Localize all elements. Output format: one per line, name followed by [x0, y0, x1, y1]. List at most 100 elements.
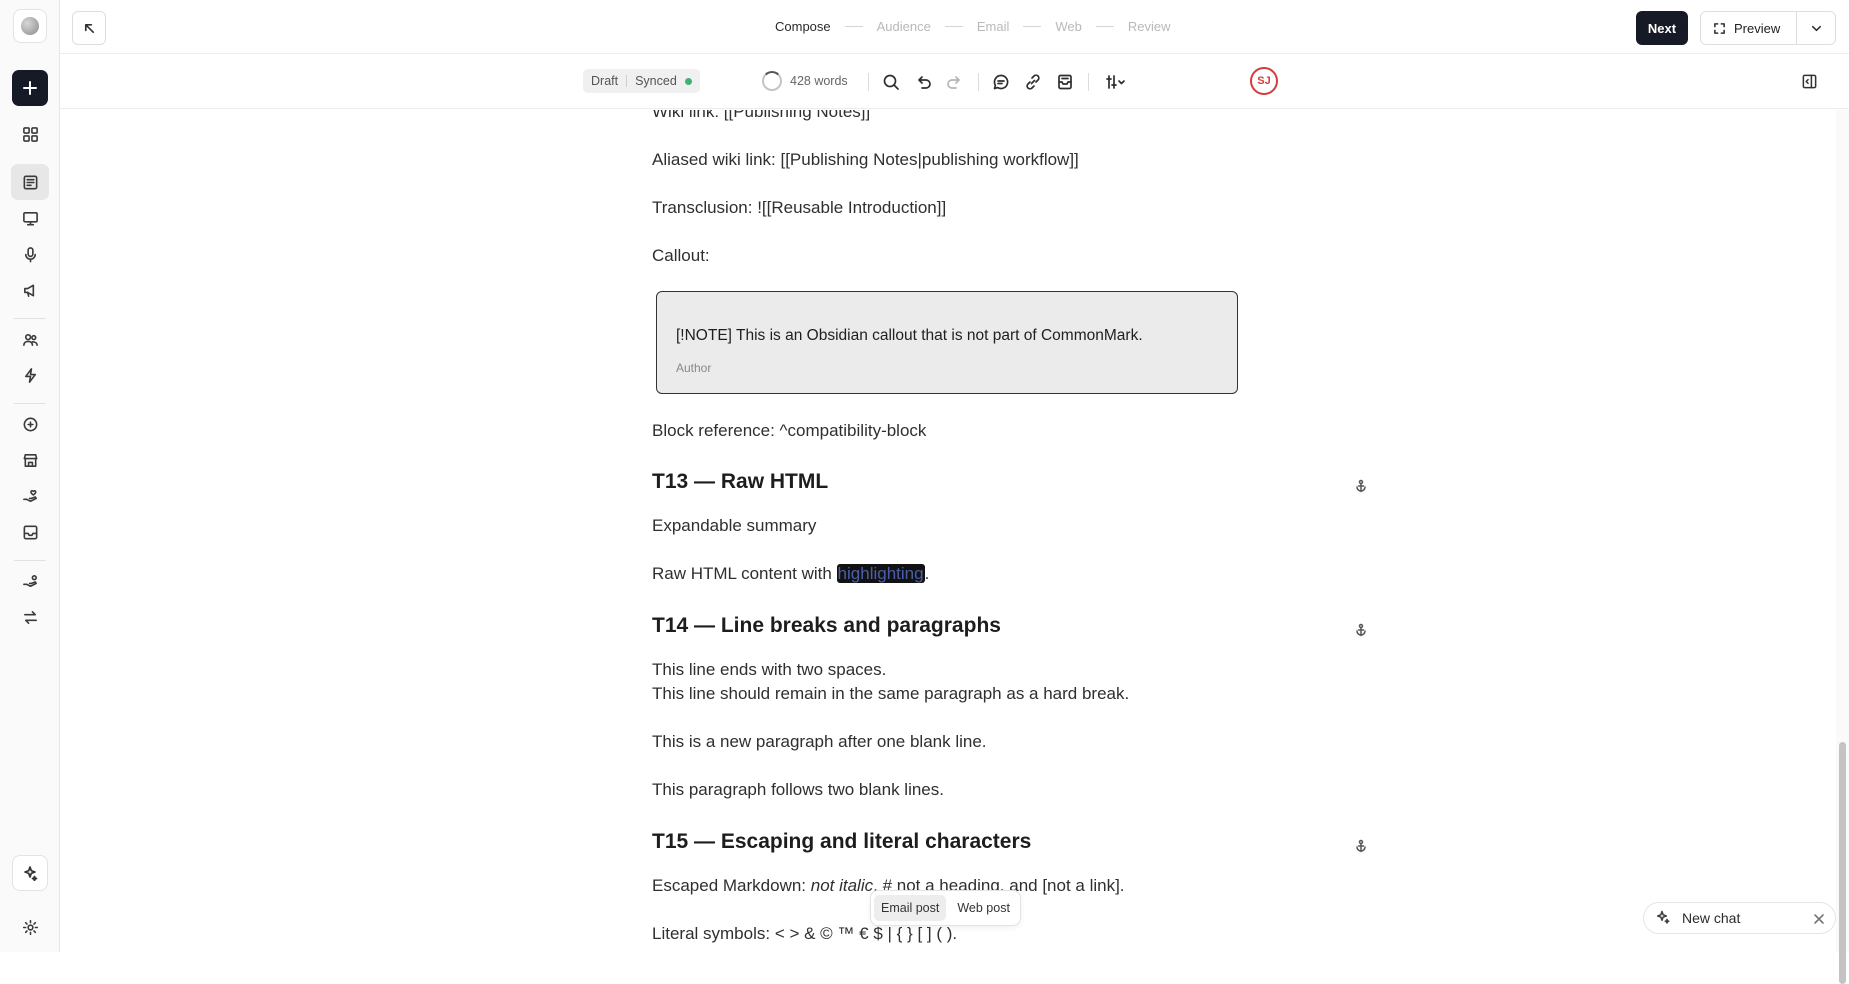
avatar[interactable]: SJ: [1250, 67, 1278, 95]
rail-podcast[interactable]: [11, 236, 49, 272]
archive-button[interactable]: [1052, 69, 1078, 95]
tab-web-post[interactable]: Web post: [950, 895, 1017, 921]
sidebar-panel-icon: [1802, 74, 1816, 88]
plus-icon: [23, 81, 37, 95]
paragraph-aliased-wiki-link[interactable]: Aliased wiki link: [[Publishing Notes|pu…: [652, 148, 1079, 172]
sliders-icon: [1106, 75, 1125, 89]
step-audience[interactable]: Audience: [877, 19, 931, 34]
tab-email-post[interactable]: Email post: [874, 895, 947, 921]
comments-button[interactable]: [988, 69, 1014, 95]
new-post-button[interactable]: [12, 70, 48, 106]
users-icon: [22, 333, 38, 346]
rail-referrals[interactable]: [11, 563, 49, 599]
rail-divider: [14, 318, 46, 319]
rail-website[interactable]: [11, 200, 49, 236]
heading-t14[interactable]: T14 — Line breaks and paragraphs: [652, 614, 1001, 638]
rail-divider: [14, 403, 46, 404]
new-chat-button[interactable]: New chat: [1643, 902, 1836, 934]
rail-settings[interactable]: [11, 909, 49, 945]
rail-inbox[interactable]: [11, 514, 49, 550]
arrows-exchange-icon: [23, 610, 37, 624]
search-button[interactable]: [878, 69, 904, 95]
heading-t15[interactable]: T15 — Escaping and literal characters: [652, 830, 1031, 854]
top-header: Compose Audience Email Web Review Next P…: [60, 0, 1849, 54]
scrollbar-thumb[interactable]: [1839, 742, 1846, 984]
paragraph-block-reference[interactable]: Block reference: ^compatibility-block: [652, 419, 926, 443]
inbox-icon: [23, 525, 37, 539]
undo-icon: [918, 76, 931, 89]
sparkle-icon: [24, 866, 38, 881]
rail-divider: [14, 560, 46, 561]
rail-posts[interactable]: [11, 164, 49, 200]
toolbar-divider: [1088, 73, 1089, 91]
undo-button[interactable]: [910, 69, 936, 95]
paragraph-transclusion[interactable]: Transclusion: ![[Reusable Introduction]]: [652, 196, 946, 220]
draft-status: Draft: [591, 74, 619, 88]
paragraph-raw-html[interactable]: Raw HTML content with highlighting.: [652, 562, 929, 586]
step-review[interactable]: Review: [1128, 19, 1171, 34]
rail-integrations[interactable]: [11, 599, 49, 635]
chevron-down-icon: [1811, 25, 1821, 31]
step-connector: [1095, 26, 1114, 27]
rail-shop[interactable]: [11, 442, 49, 478]
editor-toolbar: Draft Synced 428 words SJ: [60, 55, 1849, 109]
paragraph-wiki-link[interactable]: Wiki link: [[Publishing Notes]]: [652, 110, 870, 124]
rail-automations[interactable]: [11, 357, 49, 393]
formatting-options-button[interactable]: [1098, 69, 1134, 95]
rail-growth[interactable]: [11, 478, 49, 514]
sync-status: Synced: [635, 74, 677, 88]
paragraph-new-paragraph[interactable]: This is a new paragraph after one blank …: [652, 730, 987, 754]
preview-label: Preview: [1734, 20, 1781, 36]
heading-anchor-t15[interactable]: [1354, 836, 1370, 853]
side-panel-toggle[interactable]: [1797, 69, 1821, 93]
collapse-back-button[interactable]: [72, 11, 106, 45]
redo-button[interactable]: [942, 69, 968, 95]
preview-button[interactable]: Preview: [1701, 12, 1797, 44]
comment-icon: [993, 74, 1009, 90]
preview-options-button[interactable]: [1797, 22, 1835, 35]
toolbar-divider: [868, 73, 869, 91]
raw-html-text: Raw HTML content with: [652, 564, 837, 583]
next-button[interactable]: Next: [1636, 11, 1688, 45]
link-icon: [1026, 74, 1040, 90]
logo-icon: [21, 17, 39, 35]
step-email[interactable]: Email: [977, 19, 1010, 34]
hand-heart-icon: [22, 489, 37, 502]
megaphone-icon: [23, 284, 34, 297]
rail-dashboard[interactable]: [11, 116, 49, 152]
paragraph-line-2[interactable]: This line should remain in the same para…: [652, 682, 1129, 706]
left-rail: [0, 0, 60, 952]
search-icon: [883, 74, 899, 90]
editor-scrollbar[interactable]: [1836, 110, 1849, 984]
paragraph-line-1[interactable]: This line ends with two spaces.: [652, 658, 886, 682]
rail-audience[interactable]: [11, 321, 49, 357]
escaped-italic: not italic: [810, 876, 874, 895]
editor-canvas[interactable]: Wiki link: [[Publishing Notes]] Aliased …: [60, 110, 1835, 952]
word-count[interactable]: 428 words: [762, 71, 848, 91]
heading-t13[interactable]: T13 — Raw HTML: [652, 470, 828, 494]
anchor-icon: [1356, 623, 1366, 637]
rail-announcements[interactable]: [11, 272, 49, 308]
coins-icon: [23, 417, 37, 431]
workspace-logo[interactable]: [13, 9, 47, 43]
paragraph-callout-label[interactable]: Callout:: [652, 244, 710, 268]
paragraph-two-blank-lines[interactable]: This paragraph follows two blank lines.: [652, 778, 944, 802]
archive-box-icon: [1058, 74, 1072, 90]
preview-split-button: Preview: [1700, 11, 1836, 45]
paragraph-expandable-summary[interactable]: Expandable summary: [652, 514, 816, 538]
heading-anchor-t14[interactable]: [1354, 620, 1370, 637]
ai-assistant-button[interactable]: [12, 855, 48, 891]
workflow-steps: Compose Audience Email Web Review: [775, 19, 1171, 34]
callout-author: Author: [676, 361, 712, 375]
post-type-switcher: Email post Web post: [870, 890, 1021, 926]
step-connector: [1023, 26, 1042, 27]
close-icon[interactable]: [1813, 912, 1825, 924]
step-compose[interactable]: Compose: [775, 19, 831, 34]
word-count-label: 428 words: [790, 74, 848, 88]
callout-block[interactable]: [!NOTE] This is an Obsidian callout that…: [656, 291, 1238, 394]
heading-anchor-t13[interactable]: [1354, 476, 1370, 493]
rail-monetization[interactable]: [11, 406, 49, 442]
step-web[interactable]: Web: [1055, 19, 1082, 34]
new-chat-label: New chat: [1682, 910, 1741, 926]
link-button[interactable]: [1020, 69, 1046, 95]
